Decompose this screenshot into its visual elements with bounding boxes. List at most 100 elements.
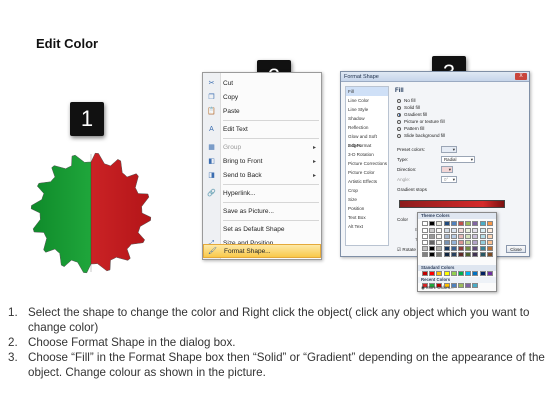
- color-swatch[interactable]: [436, 246, 443, 251]
- color-swatch[interactable]: [450, 252, 457, 257]
- category-item[interactable]: Artistic Effects: [346, 177, 388, 186]
- category-item[interactable]: 3-D Rotation: [346, 150, 388, 159]
- menu-item-bring-to-front[interactable]: ◧ Bring to Front ▸: [203, 155, 321, 169]
- color-swatch[interactable]: [450, 246, 457, 251]
- category-item[interactable]: Line Color: [346, 96, 388, 105]
- color-swatch[interactable]: [472, 252, 479, 257]
- color-swatch[interactable]: [422, 240, 428, 245]
- color-swatch[interactable]: [422, 252, 428, 257]
- more-colors-link[interactable]: ◉ More Colors...: [421, 285, 454, 291]
- color-swatch[interactable]: [450, 271, 457, 276]
- color-swatch[interactable]: [486, 240, 493, 245]
- color-swatch[interactable]: [472, 221, 479, 226]
- color-swatch[interactable]: [458, 228, 464, 233]
- color-swatch[interactable]: [472, 240, 479, 245]
- color-swatch[interactable]: [429, 271, 436, 276]
- color-swatch[interactable]: [479, 240, 486, 245]
- fill-option-radio[interactable]: Picture or texture fill: [397, 118, 527, 125]
- menu-item-format-shape[interactable]: 🖌 Format Shape...: [203, 244, 321, 258]
- category-item[interactable]: Shadow: [346, 114, 388, 123]
- color-swatch[interactable]: [465, 283, 472, 288]
- menu-item-paste[interactable]: 📋 Paste: [203, 105, 321, 119]
- color-swatch[interactable]: [479, 234, 486, 239]
- color-swatch[interactable]: [429, 246, 436, 251]
- color-swatch[interactable]: [486, 246, 493, 251]
- category-item[interactable]: Reflection: [346, 123, 388, 132]
- color-swatch[interactable]: [458, 240, 464, 245]
- category-item[interactable]: Crop: [346, 186, 388, 195]
- color-swatch[interactable]: [436, 228, 443, 233]
- color-swatch[interactable]: [422, 234, 428, 239]
- color-swatch[interactable]: [422, 228, 428, 233]
- fill-option-radio[interactable]: No fill: [397, 97, 527, 104]
- menu-item-edit-text[interactable]: A Edit Text: [203, 123, 321, 137]
- gear-shape[interactable]: [28, 150, 154, 276]
- category-item[interactable]: Picture Color: [346, 168, 388, 177]
- color-swatch[interactable]: [429, 228, 436, 233]
- color-swatch[interactable]: [429, 252, 436, 257]
- menu-item-copy[interactable]: ❐ Copy: [203, 91, 321, 105]
- menu-item-save-as-picture[interactable]: Save as Picture...: [203, 205, 321, 219]
- menu-item-send-to-back[interactable]: ◨ Send to Back ▸: [203, 169, 321, 183]
- color-swatch[interactable]: [458, 246, 464, 251]
- category-item[interactable]: Size: [346, 195, 388, 204]
- color-swatch[interactable]: [472, 271, 479, 276]
- category-item[interactable]: Alt Text: [346, 222, 388, 231]
- category-item[interactable]: Fill: [346, 87, 388, 96]
- preset-colors-picker[interactable]: [441, 146, 457, 153]
- fill-option-radio[interactable]: Gradient fill: [397, 111, 527, 118]
- color-swatch[interactable]: [436, 252, 443, 257]
- color-swatch[interactable]: [486, 252, 493, 257]
- menu-item-cut[interactable]: ✂ Cut: [203, 77, 321, 91]
- color-swatch[interactable]: [479, 271, 486, 276]
- color-swatch[interactable]: [429, 234, 436, 239]
- color-swatch[interactable]: [486, 271, 493, 276]
- color-swatch[interactable]: [422, 271, 428, 276]
- gradient-stops-bar[interactable]: [399, 200, 505, 208]
- category-item[interactable]: Line Style: [346, 105, 388, 114]
- color-swatch[interactable]: [436, 271, 443, 276]
- category-item[interactable]: Picture Corrections: [346, 159, 388, 168]
- color-swatch[interactable]: [450, 221, 457, 226]
- color-swatch[interactable]: [486, 228, 493, 233]
- fill-option-radio[interactable]: Pattern fill: [397, 125, 527, 132]
- color-swatch[interactable]: [443, 240, 450, 245]
- color-swatch[interactable]: [486, 221, 493, 226]
- color-swatch[interactable]: [479, 252, 486, 257]
- color-swatch[interactable]: [450, 228, 457, 233]
- color-swatch[interactable]: [458, 283, 464, 288]
- direction-picker[interactable]: [441, 166, 453, 173]
- color-swatch[interactable]: [479, 221, 486, 226]
- color-swatch[interactable]: [458, 271, 464, 276]
- color-swatch[interactable]: [436, 221, 443, 226]
- type-select[interactable]: Radial: [441, 156, 475, 163]
- color-swatch[interactable]: [422, 246, 428, 251]
- color-swatch[interactable]: [465, 252, 472, 257]
- color-swatch[interactable]: [472, 234, 479, 239]
- color-swatch[interactable]: [465, 234, 472, 239]
- color-swatch[interactable]: [458, 221, 464, 226]
- category-item[interactable]: Position: [346, 204, 388, 213]
- color-swatch[interactable]: [443, 246, 450, 251]
- category-item[interactable]: Glow and Soft Edges: [346, 132, 388, 148]
- color-swatch[interactable]: [443, 228, 450, 233]
- color-swatch[interactable]: [458, 234, 464, 239]
- color-swatch[interactable]: [443, 234, 450, 239]
- color-swatch[interactable]: [436, 234, 443, 239]
- menu-item-set-default-shape[interactable]: Set as Default Shape: [203, 223, 321, 237]
- color-swatch[interactable]: [429, 240, 436, 245]
- color-swatch[interactable]: [429, 221, 436, 226]
- color-swatch[interactable]: [450, 240, 457, 245]
- angle-input[interactable]: 0°: [441, 176, 457, 183]
- color-swatch[interactable]: [465, 240, 472, 245]
- fill-option-radio[interactable]: Slide background fill: [397, 132, 527, 139]
- color-swatch[interactable]: [465, 271, 472, 276]
- close-button[interactable]: Close: [506, 245, 526, 253]
- color-swatch[interactable]: [479, 228, 486, 233]
- color-swatch[interactable]: [450, 234, 457, 239]
- color-swatch[interactable]: [472, 228, 479, 233]
- color-swatch[interactable]: [465, 246, 472, 251]
- color-swatch[interactable]: [458, 252, 464, 257]
- color-swatch[interactable]: [472, 246, 479, 251]
- color-swatch[interactable]: [436, 240, 443, 245]
